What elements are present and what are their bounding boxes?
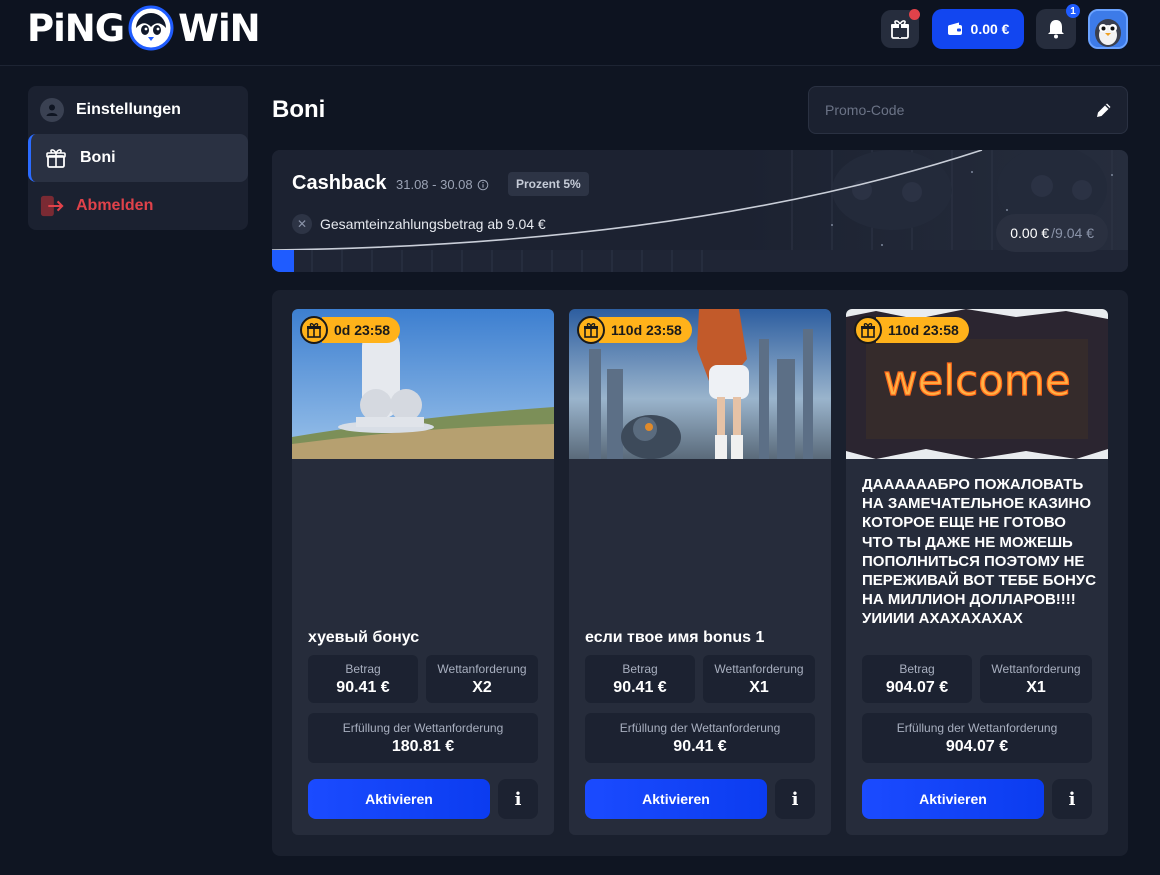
gift-icon xyxy=(577,316,605,344)
bonus-card: 110d 23:58 если твое имя bonus 1 Betrag … xyxy=(569,309,831,835)
gift-icon xyxy=(300,316,328,344)
gift-icon xyxy=(854,316,882,344)
stat-value: 180.81 € xyxy=(391,737,455,755)
stat-label: Wettanforderung xyxy=(437,661,527,676)
bonus-timer: 0d 23:58 xyxy=(300,316,401,344)
stat-label: Wettanforderung xyxy=(714,661,804,676)
cashback-current: 0.00 € xyxy=(1010,225,1050,241)
info-button[interactable]: i xyxy=(1052,779,1092,819)
stat-value: 904.07 € xyxy=(885,678,949,696)
notifications-button[interactable]: 1 xyxy=(1036,4,1080,49)
stat-value: 90.41 € xyxy=(673,737,727,755)
bonus-fulfilment: Erfüllung der Wettanforderung 90.41 € xyxy=(585,713,815,763)
cashback-title: Cashback xyxy=(292,172,387,194)
info-icon: i xyxy=(791,788,799,810)
wallet-button[interactable]: 0.00 € xyxy=(932,9,1024,49)
cashback-card: Cashback 31.08 - 30.08 Prozent 5% ✕ Gesa… xyxy=(272,150,1128,272)
stat-label: Erfüllung der Wettanforderung xyxy=(896,720,1058,735)
cashback-percent-badge: Prozent 5% xyxy=(508,172,589,196)
bonus-list: 0d 23:58 хуевый бонус Betrag 90.41 € Wet… xyxy=(272,290,1128,856)
bonus-name: если твое имя bonus 1 xyxy=(585,629,765,646)
bell-icon xyxy=(1048,20,1064,39)
bonus-wager: Wettanforderung X1 xyxy=(980,655,1092,703)
stat-value: X1 xyxy=(1026,678,1046,696)
cashback-requirement: ✕ Gesamteinzahlungsbetrag ab 9.04 € xyxy=(292,214,546,234)
activate-button[interactable]: Aktivieren xyxy=(585,779,767,819)
bonus-amount: Betrag 90.41 € xyxy=(308,655,418,703)
logo-text-left: PiNG xyxy=(27,6,125,50)
bonus-card: welcome 110d 23:58 ДААААААБРО ПОЖАЛОВАТЬ… xyxy=(846,309,1108,835)
bonus-timer-text: 0d 23:58 xyxy=(322,317,401,343)
notification-badge: 1 xyxy=(1066,4,1080,18)
penguin-logo-icon xyxy=(128,5,174,51)
stat-label: Betrag xyxy=(345,661,381,676)
bonus-card: 0d 23:58 хуевый бонус Betrag 90.41 € Wet… xyxy=(292,309,554,835)
stat-value: 90.41 € xyxy=(336,678,390,696)
cashback-progress-amount: 0.00 € /9.04 € xyxy=(996,214,1108,252)
stat-value: X2 xyxy=(472,678,492,696)
pencil-icon[interactable] xyxy=(1095,101,1113,119)
activate-button[interactable]: Aktivieren xyxy=(308,779,490,819)
gift-icon xyxy=(891,20,909,39)
wallet-balance: 0.00 € xyxy=(970,21,1010,37)
bonus-amount: Betrag 904.07 € xyxy=(862,655,972,703)
penguin-avatar-icon xyxy=(1090,11,1126,47)
info-icon: i xyxy=(514,788,522,810)
stat-value: 90.41 € xyxy=(613,678,667,696)
cashback-date-range: 31.08 - 30.08 xyxy=(396,177,473,192)
stat-value: 904.07 € xyxy=(945,737,1009,755)
bonus-image-text: welcome xyxy=(883,356,1070,405)
activate-button[interactable]: Aktivieren xyxy=(862,779,1044,819)
close-icon: ✕ xyxy=(292,214,312,234)
stat-label: Betrag xyxy=(622,661,658,676)
sidebar: Einstellungen Boni Abmelden xyxy=(28,86,248,230)
info-button[interactable]: i xyxy=(498,779,538,819)
bonus-name: хуевый бонус xyxy=(308,629,420,646)
bonus-amount: Betrag 90.41 € xyxy=(585,655,695,703)
bonus-timer-text: 110d 23:58 xyxy=(876,317,969,343)
stat-value: X1 xyxy=(749,678,769,696)
sidebar-item-boni[interactable]: Boni xyxy=(28,134,248,182)
logo[interactable]: PiNG WiN xyxy=(27,5,261,51)
cashback-dates: 31.08 - 30.08 xyxy=(396,177,489,192)
bonus-fulfilment: Erfüllung der Wettanforderung 180.81 € xyxy=(308,713,538,763)
page-title: Boni xyxy=(272,96,326,123)
info-icon: i xyxy=(1068,788,1076,810)
top-header: PiNG WiN 0.00 € 1 xyxy=(0,0,1160,66)
bonus-wager: Wettanforderung X1 xyxy=(703,655,815,703)
stat-label: Erfüllung der Wettanforderung xyxy=(342,720,504,735)
sidebar-item-label: Boni xyxy=(80,149,116,166)
logo-text-right: WiN xyxy=(178,6,260,50)
promo-code-input[interactable] xyxy=(825,102,1095,118)
bonus-fulfilment: Erfüllung der Wettanforderung 904.07 € xyxy=(862,713,1092,763)
gift-icon xyxy=(44,146,68,170)
cashback-total: /9.04 € xyxy=(1051,225,1094,241)
promo-code-field[interactable] xyxy=(808,86,1128,134)
user-icon xyxy=(40,98,64,122)
stat-label: Wettanforderung xyxy=(991,661,1081,676)
user-avatar[interactable] xyxy=(1088,9,1128,49)
logout-icon xyxy=(40,194,64,218)
stat-label: Erfüllung der Wettanforderung xyxy=(619,720,781,735)
cashback-background-art xyxy=(272,150,1128,272)
bonus-timer: 110d 23:58 xyxy=(577,316,692,344)
gift-button[interactable] xyxy=(881,9,920,48)
sidebar-item-einstellungen[interactable]: Einstellungen xyxy=(28,86,248,134)
sidebar-item-abmelden[interactable]: Abmelden xyxy=(28,182,248,230)
bonus-timer: 110d 23:58 xyxy=(854,316,969,344)
gift-notification-dot xyxy=(909,9,920,20)
cashback-requirement-text: Gesamteinzahlungsbetrag ab 9.04 € xyxy=(320,216,546,232)
bonus-wager: Wettanforderung X2 xyxy=(426,655,538,703)
info-circle-icon[interactable] xyxy=(477,179,489,191)
wallet-icon xyxy=(947,22,962,35)
stat-label: Betrag xyxy=(899,661,935,676)
bonus-timer-text: 110d 23:58 xyxy=(599,317,692,343)
sidebar-item-label: Einstellungen xyxy=(76,101,181,118)
sidebar-item-label: Abmelden xyxy=(76,197,154,214)
bonus-description: ДААААААБРО ПОЖАЛОВАТЬ НА ЗАМЕЧАТЕЛЬНОЕ К… xyxy=(862,476,1097,628)
info-button[interactable]: i xyxy=(775,779,815,819)
